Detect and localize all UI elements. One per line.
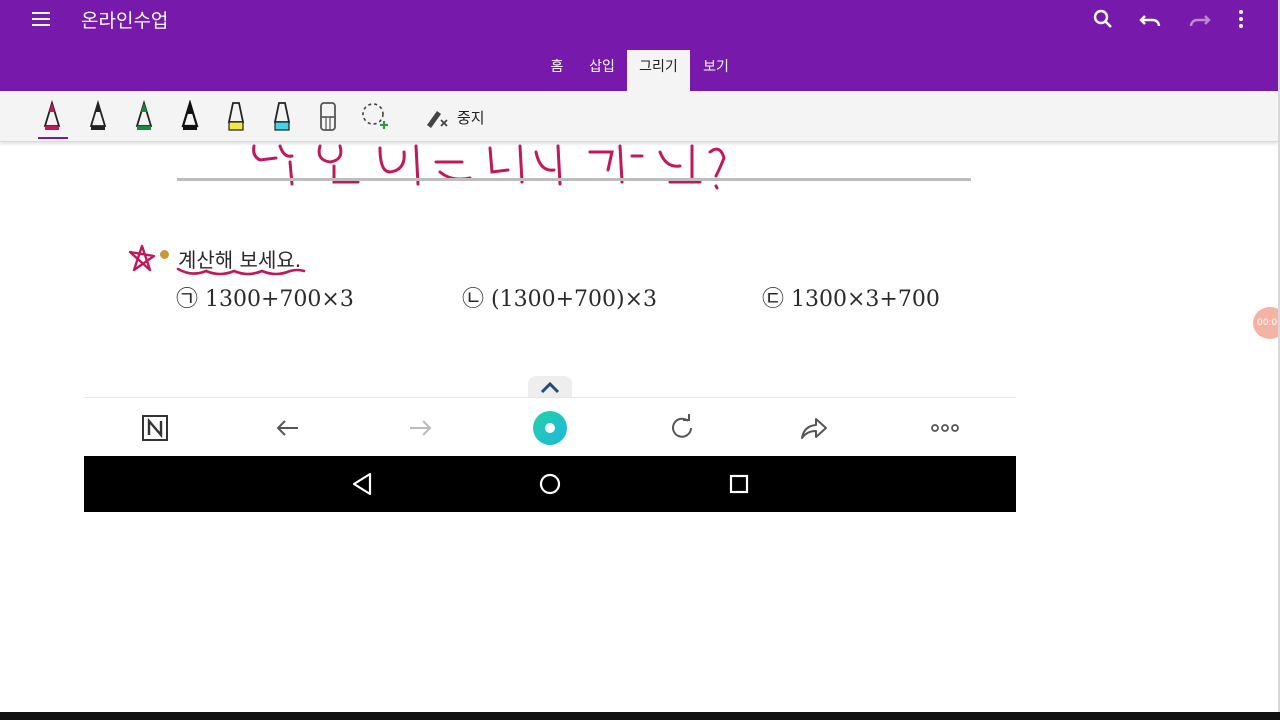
- star-mark-icon: [126, 242, 158, 274]
- tab-insert[interactable]: 삽입: [580, 50, 624, 91]
- app-title: 온라인수업: [81, 10, 169, 32]
- tab-draw[interactable]: 그리기: [627, 50, 690, 91]
- eraser-icon[interactable]: [312, 100, 344, 134]
- pen-green-icon[interactable]: [128, 99, 160, 134]
- app-bar: 온라인수업 홈 삽입 그리기 보기: [0, 0, 1278, 91]
- ribbon-tabs: 홈 삽입 그리기 보기: [0, 50, 1278, 91]
- stop-label: 중지: [457, 109, 485, 127]
- more-vert-icon[interactable]: [1228, 6, 1254, 32]
- draw-ribbon: 중지: [0, 91, 1278, 142]
- more-icon[interactable]: [927, 410, 963, 446]
- lasso-select-icon[interactable]: [358, 100, 390, 134]
- problem-1: ㉠ 1300+700×3: [176, 287, 354, 312]
- problem-2: ㉡ (1300+700)×3: [462, 287, 658, 312]
- search-icon[interactable]: [1090, 6, 1116, 32]
- pen-black-icon[interactable]: [82, 99, 114, 134]
- collapse-bar-handle[interactable]: [528, 376, 572, 398]
- browser-toolbar: [84, 397, 1016, 457]
- n-logo-icon[interactable]: [137, 410, 173, 446]
- chevron-up-icon: [540, 381, 560, 394]
- refresh-icon[interactable]: [664, 410, 700, 446]
- tab-home[interactable]: 홈: [540, 50, 574, 91]
- pen-magenta-icon[interactable]: [36, 99, 68, 139]
- hamburger-menu-icon[interactable]: [28, 6, 54, 32]
- handwritten-underline: [176, 262, 306, 276]
- problem-3: ㉢ 1300×3+700: [762, 287, 940, 312]
- highlighter-cyan-icon[interactable]: [266, 100, 298, 134]
- tab-view[interactable]: 보기: [694, 50, 738, 91]
- back-arrow-icon[interactable]: [270, 410, 306, 446]
- undo-icon[interactable]: [1138, 6, 1164, 32]
- handwriting-top: [240, 142, 740, 192]
- pen-stop-icon: [427, 111, 448, 128]
- stop-drawing-button[interactable]: 중지: [424, 105, 485, 129]
- pen-black-bold-icon[interactable]: [174, 99, 206, 134]
- highlighter-yellow-icon[interactable]: [220, 100, 252, 134]
- forward-arrow-icon[interactable]: [402, 410, 438, 446]
- bottom-edge: [0, 712, 1280, 720]
- bullet-dot: [160, 250, 169, 259]
- recording-indicator[interactable]: 00:0: [1253, 307, 1280, 339]
- home-circle-icon[interactable]: [536, 470, 564, 498]
- green-circle-icon[interactable]: [532, 410, 568, 446]
- back-triangle-icon[interactable]: [348, 470, 376, 498]
- divider-line: [177, 178, 971, 181]
- redo-icon[interactable]: [1186, 6, 1212, 32]
- recents-square-icon[interactable]: [725, 470, 753, 498]
- share-icon[interactable]: [796, 410, 832, 446]
- android-nav-bar: [84, 456, 1016, 512]
